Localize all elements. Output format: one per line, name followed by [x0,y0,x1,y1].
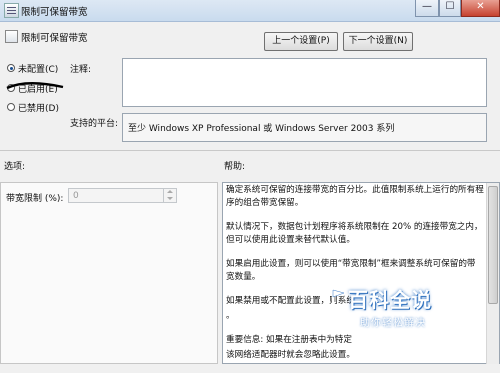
help-heading: 帮助: [224,162,246,172]
comment-textarea[interactable] [122,58,487,107]
comment-label: 注释: [70,65,92,75]
bandwidth-limit-spinner[interactable]: 0 [68,188,177,203]
radio-not-configured[interactable] [7,64,15,72]
radio-disabled[interactable] [7,103,15,111]
radio-disabled-label[interactable]: 已禁用(D) [18,101,59,114]
watermark: 百科全说 助你轻松解决 [330,284,480,344]
section-divider [0,150,500,151]
setting-title: 限制可保留带宽 [21,33,88,44]
bandwidth-limit-value: 0 [73,191,79,201]
watermark-subtitle: 助你轻松解决 [360,318,426,329]
options-heading: 选项: [4,162,26,172]
watermark-title: 百科全说 [348,288,432,312]
help-paragraph: 确定系统可保留的连接带宽的百分比。此值限制系统上运行的所有程序的组合带宽保留。 [226,185,484,208]
strikeout-mark [6,82,64,90]
supported-on-label: 支持的平台: [70,119,119,129]
maximize-icon: ☐ [445,1,455,12]
minimize-icon: — [422,1,432,12]
close-button[interactable]: ✕ [461,0,500,17]
close-icon: ✕ [476,1,485,12]
setting-icon [5,30,18,43]
help-paragraph: 默认情况下，数据包计划程序将系统限制在 20% 的连接带宽之内，但可以使用此设置… [226,222,483,245]
previous-setting-button[interactable]: 上一个设置(P) [264,32,338,51]
policy-icon [4,3,19,18]
options-panel [0,182,218,364]
help-scrollbar[interactable] [486,183,499,364]
help-paragraph: 该网络适配器时就会忽略此设置。 [226,350,355,360]
window-title: 限制可保留带宽 [21,7,88,18]
radio-not-configured-label[interactable]: 未配置(C) [18,62,58,75]
next-setting-button[interactable]: 下一个设置(N) [343,32,413,51]
spinner-arrows-icon[interactable] [163,189,176,202]
help-paragraph: 如果启用此设置，则可以使用“带宽限制”框来调整系统可保留的带宽数量。 [226,259,476,282]
minimize-button[interactable]: — [415,0,439,17]
bandwidth-limit-label: 带宽限制 (%): [6,194,64,204]
watermark-flag-icon [332,289,345,306]
maximize-button[interactable]: ☐ [439,0,461,17]
help-scrollbar-thumb[interactable] [488,186,498,304]
supported-on-value: 至少 Windows XP Professional 或 Windows Ser… [128,124,395,134]
supported-on-box: 至少 Windows XP Professional 或 Windows Ser… [122,113,487,142]
help-text: 确定系统可保留的连接带宽的百分比。此值限制系统上运行的所有程序的组合带宽保留。 … [226,184,484,373]
